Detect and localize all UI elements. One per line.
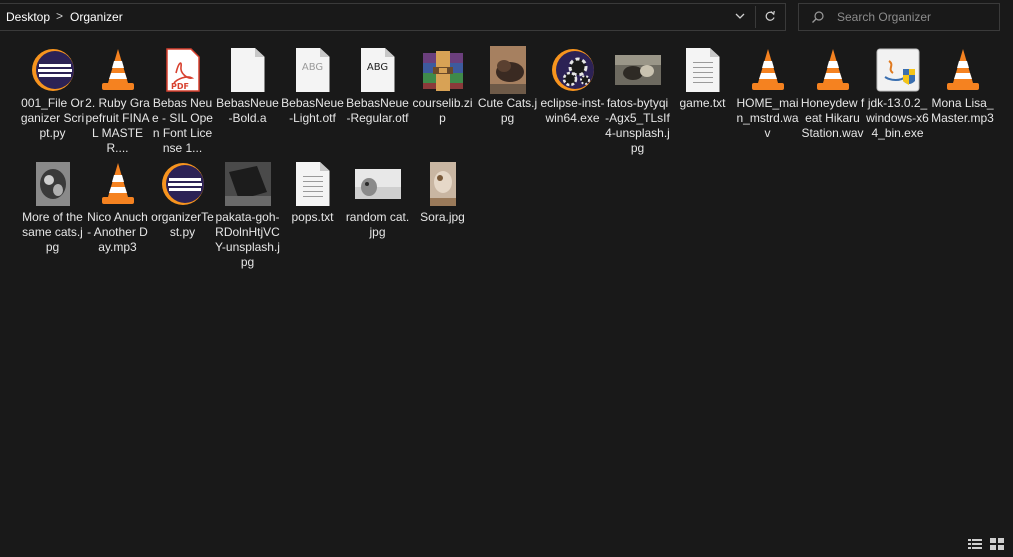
file-item[interactable]: courselib.zip bbox=[410, 46, 475, 160]
file-label: pakata-goh-RDolnHtjVCY-unsplash.jpg bbox=[215, 210, 280, 269]
file-item[interactable]: game.txt bbox=[670, 46, 735, 160]
file-grid: 001_File Organizer Script.py 2. Ruby Gra… bbox=[20, 46, 1000, 274]
file-label: 001_File Organizer Script.py bbox=[20, 96, 85, 140]
file-item[interactable]: 001_File Organizer Script.py bbox=[20, 46, 85, 160]
archive-icon bbox=[419, 46, 467, 94]
status-bar bbox=[0, 533, 1013, 557]
file-label: HOME_main_mstrd.wav bbox=[736, 96, 799, 140]
file-item[interactable]: More of the same cats.jpg bbox=[20, 160, 85, 274]
file-label: BebasNeue-Bold.a bbox=[216, 96, 279, 125]
file-label: Sora.jpg bbox=[420, 210, 465, 224]
java-installer-icon bbox=[874, 46, 922, 94]
large-icons-view-icon[interactable] bbox=[990, 538, 1006, 552]
text-file-icon bbox=[679, 46, 727, 94]
file-item[interactable]: pakata-goh-RDolnHtjVCY-unsplash.jpg bbox=[215, 160, 280, 274]
file-label: jdk-13.0.2_windows-x64_bin.exe bbox=[866, 96, 929, 140]
vlc-cone-icon bbox=[94, 46, 142, 94]
file-item[interactable]: pops.txt bbox=[280, 160, 345, 274]
file-label: More of the same cats.jpg bbox=[22, 210, 83, 254]
vlc-cone-icon bbox=[809, 46, 857, 94]
file-item[interactable]: fatos-bytyqi-Agx5_TLsIf4-unsplash.jpg bbox=[605, 46, 670, 160]
breadcrumb-desktop[interactable]: Desktop bbox=[6, 10, 50, 24]
text-file-icon bbox=[289, 160, 337, 208]
photo-icon bbox=[354, 160, 402, 208]
file-label: Cute Cats.jpg bbox=[477, 96, 538, 125]
file-label: random cat.jpg bbox=[345, 210, 410, 239]
refresh-icon[interactable] bbox=[762, 10, 778, 26]
file-item[interactable]: HOME_main_mstrd.wav bbox=[735, 46, 800, 160]
file-label: organizerTest.py bbox=[151, 210, 214, 239]
photo-icon bbox=[614, 46, 662, 94]
search-box[interactable] bbox=[798, 3, 1000, 31]
photo-icon bbox=[419, 160, 467, 208]
file-label: Honeydew feat Hikaru Station.wav bbox=[800, 96, 865, 140]
top-bar: Desktop > Organizer bbox=[0, 0, 1013, 34]
file-label: Mona Lisa_Master.mp3 bbox=[931, 96, 994, 125]
file-item[interactable]: random cat.jpg bbox=[345, 160, 410, 274]
file-label: Bebas Neue - SIL Open Font License 1... bbox=[152, 96, 213, 155]
search-input[interactable] bbox=[837, 8, 992, 26]
vlc-cone-icon bbox=[94, 160, 142, 208]
python-eclipse-icon bbox=[159, 160, 207, 208]
eclipse-installer-icon bbox=[549, 46, 597, 94]
file-label: BebasNeue-Regular.otf bbox=[346, 96, 409, 125]
search-icon bbox=[811, 10, 827, 26]
file-item[interactable]: Sora.jpg bbox=[410, 160, 475, 274]
file-label: courselib.zip bbox=[412, 96, 473, 125]
photo-icon bbox=[29, 160, 77, 208]
file-item[interactable]: 2. Ruby Grapefruit FINAL MASTER.... bbox=[85, 46, 150, 160]
file-item[interactable]: organizerTest.py bbox=[150, 160, 215, 274]
vlc-cone-icon bbox=[744, 46, 792, 94]
file-label: eclipse-inst-win64.exe bbox=[540, 96, 605, 125]
photo-icon bbox=[224, 160, 272, 208]
font-file-icon: ABG bbox=[289, 46, 337, 94]
file-label: BebasNeue-Light.otf bbox=[281, 96, 344, 125]
file-item[interactable]: Honeydew feat Hikaru Station.wav bbox=[800, 46, 865, 160]
font-file-icon: ABG bbox=[354, 46, 402, 94]
file-label: game.txt bbox=[679, 96, 726, 110]
python-eclipse-icon bbox=[29, 46, 77, 94]
address-divider bbox=[755, 6, 756, 28]
file-item[interactable]: ABG BebasNeue-Regular.otf bbox=[345, 46, 410, 160]
file-item[interactable]: Nico Anuch - Another Day.mp3 bbox=[85, 160, 150, 274]
file-item[interactable]: ABG BebasNeue-Light.otf bbox=[280, 46, 345, 160]
breadcrumb-separator[interactable]: > bbox=[56, 9, 63, 23]
chevron-down-icon[interactable] bbox=[732, 10, 748, 26]
file-label: Nico Anuch - Another Day.mp3 bbox=[87, 210, 148, 254]
svg-text:PDF: PDF bbox=[171, 82, 189, 91]
photo-icon bbox=[484, 46, 532, 94]
file-label: 2. Ruby Grapefruit FINAL MASTER.... bbox=[85, 96, 150, 155]
file-item[interactable]: PDF Bebas Neue - SIL Open Font License 1… bbox=[150, 46, 215, 160]
file-item[interactable]: eclipse-inst-win64.exe bbox=[540, 46, 605, 160]
file-item[interactable]: BebasNeue-Bold.a bbox=[215, 46, 280, 160]
file-item[interactable]: Mona Lisa_Master.mp3 bbox=[930, 46, 995, 160]
file-item[interactable]: Cute Cats.jpg bbox=[475, 46, 540, 160]
blank-file-icon bbox=[224, 46, 272, 94]
vlc-cone-icon bbox=[939, 46, 987, 94]
file-label: pops.txt bbox=[291, 210, 334, 224]
breadcrumb-organizer[interactable]: Organizer bbox=[70, 10, 123, 24]
file-label: fatos-bytyqi-Agx5_TLsIf4-unsplash.jpg bbox=[605, 96, 670, 155]
address-bar[interactable]: Desktop > Organizer bbox=[0, 3, 786, 31]
pdf-icon: PDF bbox=[159, 46, 207, 94]
details-view-icon[interactable] bbox=[968, 538, 984, 552]
file-item[interactable]: jdk-13.0.2_windows-x64_bin.exe bbox=[865, 46, 930, 160]
